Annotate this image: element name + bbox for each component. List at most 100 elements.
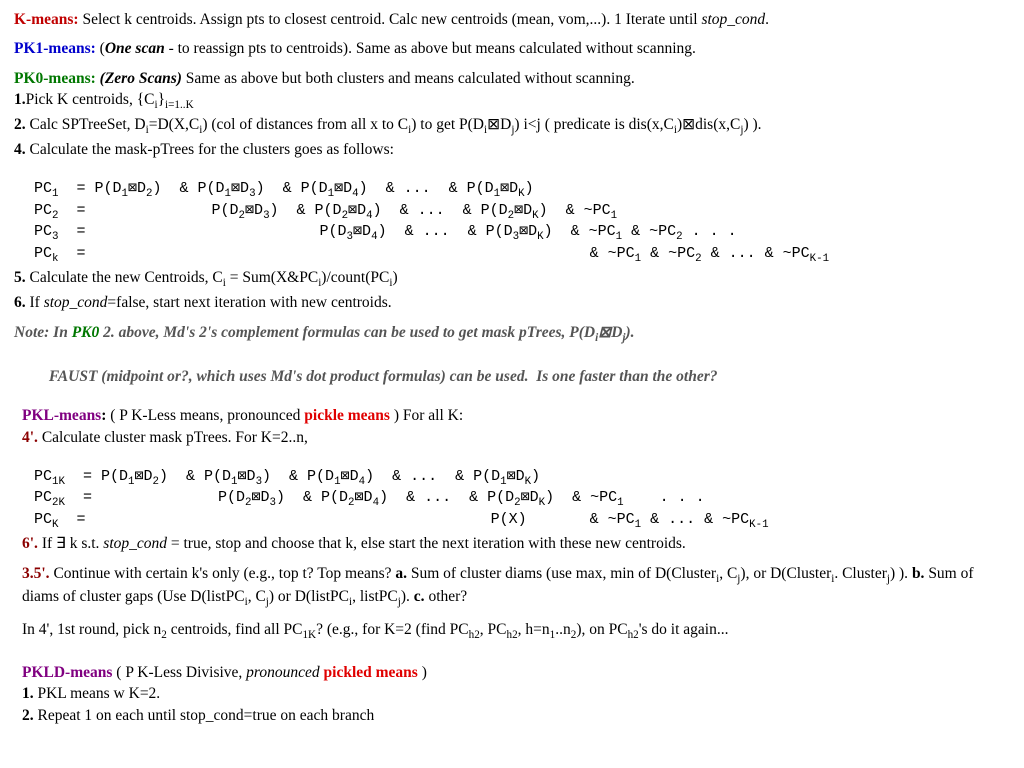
n35: 3.5'.: [22, 565, 50, 582]
s2j: D: [500, 116, 511, 133]
n1: 1.: [14, 91, 26, 108]
s1b: Pick K centroids, {C: [26, 91, 155, 108]
ta: Sum of cluster diams (use max, min of D(…: [407, 565, 716, 582]
pk0-title: PK0-means:: [14, 70, 96, 87]
s2h: ) to get P(D: [411, 116, 484, 133]
s1c: i: [154, 99, 157, 111]
s5d: = Sum(X&PC: [226, 269, 318, 286]
s2i: i: [484, 124, 487, 136]
pkld-s2: 2. Repeat 1 on each until stop_cond=true…: [22, 706, 1010, 725]
pkl-line: PKL-means: ( P K-Less means, pronounced …: [22, 406, 1010, 425]
sb2: j: [266, 596, 269, 608]
pkl-s4b: Calculate cluster mask pTrees. For K=2..…: [38, 429, 308, 446]
in4l: 2: [571, 629, 577, 641]
pk0-rest: Same as above but both clusters and mean…: [182, 70, 635, 87]
kmeans-title: K-means:: [14, 11, 79, 28]
s2l: ) i<j ( predicate is dis(x,C: [514, 116, 673, 133]
sa4: j: [887, 573, 890, 585]
note-a: Note: In: [14, 324, 72, 341]
in4k: ..n: [555, 621, 571, 638]
exists: ∃: [56, 535, 66, 552]
tb2: , C: [248, 588, 266, 605]
pkld-s1: 1. PKL means w K=2.: [22, 684, 1010, 703]
s35b: Continue with certain k's only (e.g., to…: [50, 565, 396, 582]
s2o: dis(x,C: [695, 116, 740, 133]
ta4: . Cluster: [834, 565, 887, 582]
s5b: Calculate the new Centroids, C: [26, 269, 223, 286]
s6pb: If: [38, 535, 56, 552]
note-line2: FAUST (midpoint or?, which uses Md's dot…: [14, 348, 1010, 387]
pk1-title: PK1-means:: [14, 40, 96, 57]
pkld-n2: 2.: [22, 707, 34, 724]
in4j: 1: [550, 629, 556, 641]
kmeans-text: Select k centroids. Assign pts to closes…: [79, 11, 702, 28]
step-6: 6. If stop_cond=false, start next iterat…: [14, 293, 1010, 312]
s2b: Calc SPTreeSet, D: [26, 116, 146, 133]
sa1: i: [716, 573, 719, 585]
s2p: j: [740, 124, 743, 136]
tb5: ).: [401, 588, 414, 605]
n2: 2.: [14, 116, 26, 133]
note-h: FAUST (midpoint or?, which uses Md's dot…: [14, 368, 718, 385]
in4m: ), on PC: [576, 621, 627, 638]
s6pc: k s.t.: [66, 535, 103, 552]
in4o: 's do it again...: [639, 621, 729, 638]
step-1: 1.Pick K centroids, {Ci}i=1..K: [14, 90, 1010, 113]
sb4: j: [398, 596, 401, 608]
note-b: PK0: [72, 324, 100, 341]
pickle-means: pickle means: [304, 407, 390, 424]
in4d: 1K: [302, 629, 316, 641]
note-e: D: [611, 324, 622, 341]
pkld-pron: pronounced: [246, 664, 319, 681]
step-35: 3.5'. Continue with certain k's only (e.…: [22, 564, 1010, 610]
pk1-lead: (: [96, 40, 105, 57]
note-c: 2. above, Md's 2's complement formulas c…: [99, 324, 595, 341]
s2q: ) ).: [743, 116, 761, 133]
pk1-rest: - to reassign pts to centroids). Same as…: [165, 40, 696, 57]
s2m: i: [674, 124, 677, 136]
pk1-line: PK1-means: (One scan - to reassign pts t…: [14, 39, 1010, 58]
s2d: =D(X,C: [149, 116, 200, 133]
s6c: stop_cond: [44, 294, 108, 311]
in4n: h2: [628, 629, 639, 641]
lc: c.: [414, 588, 425, 605]
in4e: ? (e.g., for K=2 (find PC: [316, 621, 469, 638]
s4b: Calculate the mask-pTrees for the cluste…: [26, 141, 394, 158]
one-scan: One scan: [105, 40, 165, 57]
s5g: i: [389, 277, 392, 289]
pkld-line: PKLD-means ( P K-Less Divisive, pronounc…: [22, 663, 1010, 682]
sb3: i: [349, 596, 352, 608]
lb: b.: [912, 565, 925, 582]
tb3: ) or D(listPC: [269, 588, 349, 605]
in4c: centroids, find all PC: [167, 621, 303, 638]
s6b: If: [26, 294, 44, 311]
s1d: }: [158, 91, 165, 108]
zero-scans: (Zero Scans): [100, 70, 182, 87]
in4f: h2: [469, 629, 480, 641]
n4: 4.: [14, 141, 26, 158]
n6p: 6'.: [22, 535, 38, 552]
pc-formula-block: PC1 = P(D1⊠D2) & P(D1⊠D3) & P(D1⊠D4) & .…: [34, 162, 1010, 267]
step-2: 2. Calc SPTreeSet, Di=D(X,Ci) (col of di…: [14, 115, 1010, 138]
pickled-means: pickled means: [320, 664, 418, 681]
note-line1: Note: In PK0 2. above, Md's 2's compleme…: [14, 323, 1010, 346]
s2g: i: [408, 124, 411, 136]
s6pd: stop_cond: [103, 535, 167, 552]
pkl-title: PKL-means: [22, 407, 101, 424]
s2e: i: [199, 124, 202, 136]
pkld-n1: 1.: [22, 685, 34, 702]
kmeans-line: K-means: Select k centroids. Assign pts …: [14, 10, 1010, 29]
note-f: j: [622, 332, 625, 344]
pkl-lead: ( P K-Less means, pronounced: [106, 407, 304, 424]
pkld-s1b: PKL means w K=2.: [34, 685, 161, 702]
in4a: In 4', 1st round, pick n: [22, 621, 161, 638]
period: .: [765, 11, 769, 28]
in4b: 2: [161, 629, 167, 641]
in4h: h2: [507, 629, 518, 641]
pkl-rest: ) For all K:: [390, 407, 463, 424]
s6d: =false, start next iteration with new ce…: [107, 294, 391, 311]
s5c: i: [223, 277, 226, 289]
step-6p: 6'. If ∃ k s.t. stop_cond = true, stop a…: [22, 534, 1010, 553]
ta2: , C: [719, 565, 737, 582]
step-5: 5. Calculate the new Centroids, Ci = Sum…: [14, 268, 1010, 291]
